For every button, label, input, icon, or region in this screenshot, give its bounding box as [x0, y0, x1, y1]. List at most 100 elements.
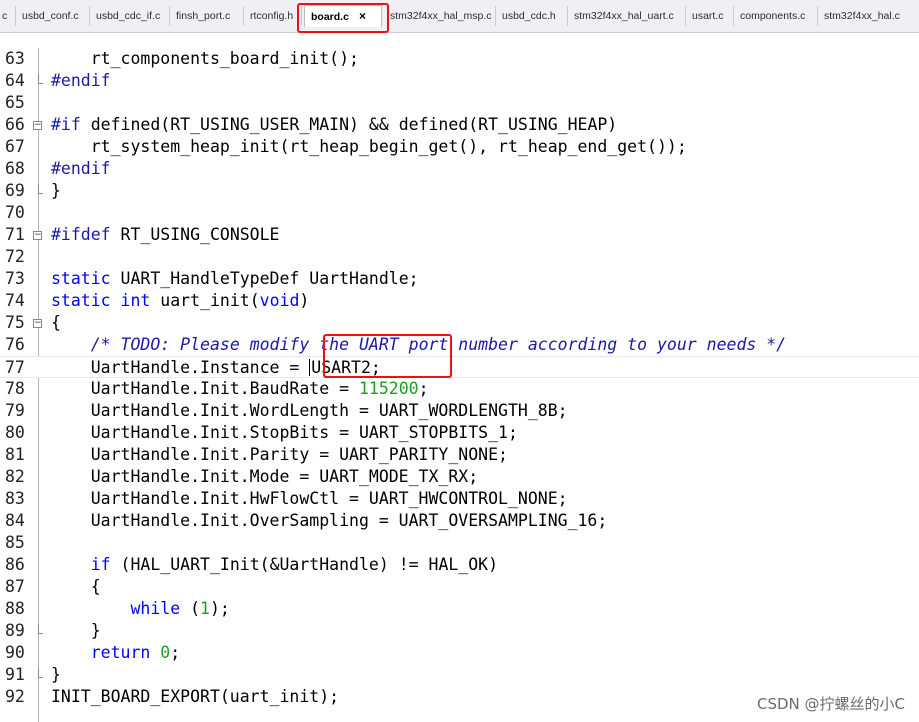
tab-label: rtconfig.h: [250, 10, 294, 22]
tab-rtconfig[interactable]: rtconfig.h: [244, 6, 302, 26]
tab-stm32f4xx-hal-uart[interactable]: stm32f4xx_hal_uart.c: [568, 6, 686, 26]
code-text: }: [51, 620, 101, 642]
code-line[interactable]: 70: [0, 202, 919, 224]
code-line[interactable]: 67 rt_system_heap_init(rt_heap_begin_get…: [0, 136, 919, 158]
tab-label: stm32f4xx_hal_msp.c: [390, 10, 492, 22]
line-number: 89: [5, 621, 25, 640]
code-token: RT_USING_CONSOLE: [110, 225, 280, 244]
code-token: UartHandle.Init.Parity = UART_PARITY_NON…: [51, 445, 508, 464]
code-token: ;: [418, 379, 429, 398]
close-icon[interactable]: ×: [359, 6, 366, 26]
line-number: 71: [5, 225, 25, 244]
code-token: ;: [170, 643, 181, 662]
tab-usbd-conf[interactable]: usbd_conf.c: [16, 6, 90, 26]
code-text: UartHandle.Init.Parity = UART_PARITY_NON…: [51, 444, 508, 466]
code-token: 1: [200, 599, 210, 618]
code-token: static: [51, 291, 111, 310]
code-line[interactable]: 85: [0, 532, 919, 554]
tab-components[interactable]: components.c: [734, 6, 818, 26]
line-number: 69: [5, 181, 25, 200]
code-token: ): [299, 291, 310, 310]
tab-label: components.c: [740, 10, 806, 22]
code-token: while: [130, 599, 181, 618]
tab-usart[interactable]: usart.c: [686, 6, 734, 26]
fold-toggle-icon[interactable]: −: [33, 231, 42, 240]
fold-toggle-icon[interactable]: −: [33, 319, 42, 328]
code-line[interactable]: 64 #endif: [0, 70, 919, 92]
code-token: 115200: [358, 379, 419, 398]
code-token: return: [90, 643, 151, 662]
tab-stm32f4xx-hal[interactable]: stm32f4xx_hal.c: [818, 6, 919, 26]
line-number: 63: [5, 49, 25, 68]
code-line[interactable]: 76 /* TODO: Please modify the UART port …: [0, 334, 919, 356]
code-text: if (HAL_UART_Init(&UartHandle) != HAL_OK…: [51, 554, 498, 576]
code-token: static: [51, 269, 111, 288]
code-token: USART2;: [311, 358, 381, 377]
code-line[interactable]: 84 UartHandle.Init.OverSampling = UART_O…: [0, 510, 919, 532]
line-number: 66: [5, 115, 25, 134]
code-token: }: [51, 621, 101, 640]
code-line[interactable]: 75−{: [0, 312, 919, 334]
code-line[interactable]: 80 UartHandle.Init.StopBits = UART_STOPB…: [0, 422, 919, 444]
line-number: 79: [5, 401, 25, 420]
code-token: #if: [51, 115, 81, 134]
code-token: (HAL_UART_Init(&UartHandle) != HAL_OK): [110, 555, 499, 574]
line-number: 76: [5, 335, 25, 354]
code-line[interactable]: 72: [0, 246, 919, 268]
code-line[interactable]: 65: [0, 92, 919, 114]
tab-usbd-cdc[interactable]: usbd_cdc.h: [496, 6, 568, 26]
tab-finsh-port[interactable]: finsh_port.c: [170, 6, 244, 26]
code-token: int: [120, 291, 151, 310]
tab-label: stm32f4xx_hal_uart.c: [574, 10, 674, 22]
tab-usbd-cdc-if[interactable]: usbd_cdc_if.c: [90, 6, 170, 26]
line-number: 92: [5, 687, 25, 706]
line-number: 88: [5, 599, 25, 618]
code-line[interactable]: 69}: [0, 180, 919, 202]
code-line[interactable]: 66− #if defined(RT_USING_USER_MAIN) && de…: [0, 114, 919, 136]
code-line[interactable]: 77 UartHandle.Instance = USART2;: [0, 356, 919, 378]
code-text: static int uart_init(void): [51, 290, 309, 312]
code-token: UartHandle.Init.OverSampling = UART_OVER…: [51, 511, 608, 530]
line-number: 70: [5, 203, 25, 222]
tab-label: usbd_cdc.h: [502, 10, 556, 22]
tab-label: c: [2, 10, 8, 22]
code-token: if: [90, 555, 111, 574]
code-line[interactable]: 78 UartHandle.Init.BaudRate = 115200;: [0, 378, 919, 400]
code-editor[interactable]: 63 rt_components_board_init(); 64 #endif 65…: [0, 48, 919, 722]
code-line[interactable]: 82 UartHandle.Init.Mode = UART_MODE_TX_R…: [0, 466, 919, 488]
code-line[interactable]: 68 #endif: [0, 158, 919, 180]
tab-board[interactable]: board.c ×: [304, 5, 382, 27]
code-line[interactable]: 87 {: [0, 576, 919, 598]
code-line[interactable]: 83 UartHandle.Init.HwFlowCtl = UART_HWCO…: [0, 488, 919, 510]
tab-stm32f4xx-hal-msp[interactable]: stm32f4xx_hal_msp.c: [384, 6, 496, 26]
code-line[interactable]: 74 static int uart_init(void): [0, 290, 919, 312]
code-line[interactable]: 90 return 0;: [0, 642, 919, 664]
line-number: 73: [5, 269, 25, 288]
tab-bar: c usbd_conf.c usbd_cdc_if.c finsh_port.c…: [0, 0, 919, 33]
code-line[interactable]: 89 }: [0, 620, 919, 642]
code-line[interactable]: 71− #ifdef RT_USING_CONSOLE: [0, 224, 919, 246]
line-number: 75: [5, 313, 25, 332]
tab-label: finsh_port.c: [176, 10, 231, 22]
fold-toggle-icon[interactable]: −: [33, 121, 42, 130]
tab-c[interactable]: c: [0, 6, 16, 26]
code-token: defined(RT_USING_USER_MAIN) && defined(R…: [80, 115, 618, 134]
code-line[interactable]: 91}: [0, 664, 919, 686]
line-number: 85: [5, 533, 25, 552]
code-line[interactable]: 81 UartHandle.Init.Parity = UART_PARITY_…: [0, 444, 919, 466]
code-token: UartHandle.Instance =: [51, 358, 310, 377]
code-text: #endif: [51, 70, 111, 92]
code-text: UartHandle.Init.WordLength = UART_WORDLE…: [51, 400, 568, 422]
code-line[interactable]: 73 static UART_HandleTypeDef UartHandle;: [0, 268, 919, 290]
code-line[interactable]: 63 rt_components_board_init();: [0, 48, 919, 70]
code-line[interactable]: 88 while (1);: [0, 598, 919, 620]
code-text: UartHandle.Instance = USART2;: [51, 357, 381, 379]
code-line[interactable]: 86 if (HAL_UART_Init(&UartHandle) != HAL…: [0, 554, 919, 576]
code-line[interactable]: 79 UartHandle.Init.WordLength = UART_WOR…: [0, 400, 919, 422]
code-text: #ifdef RT_USING_CONSOLE: [51, 224, 280, 246]
code-token: uart_init(: [150, 291, 260, 310]
code-text: INIT_BOARD_EXPORT(uart_init);: [51, 686, 339, 708]
code-text: /* TODO: Please modify the UART port num…: [51, 334, 786, 356]
